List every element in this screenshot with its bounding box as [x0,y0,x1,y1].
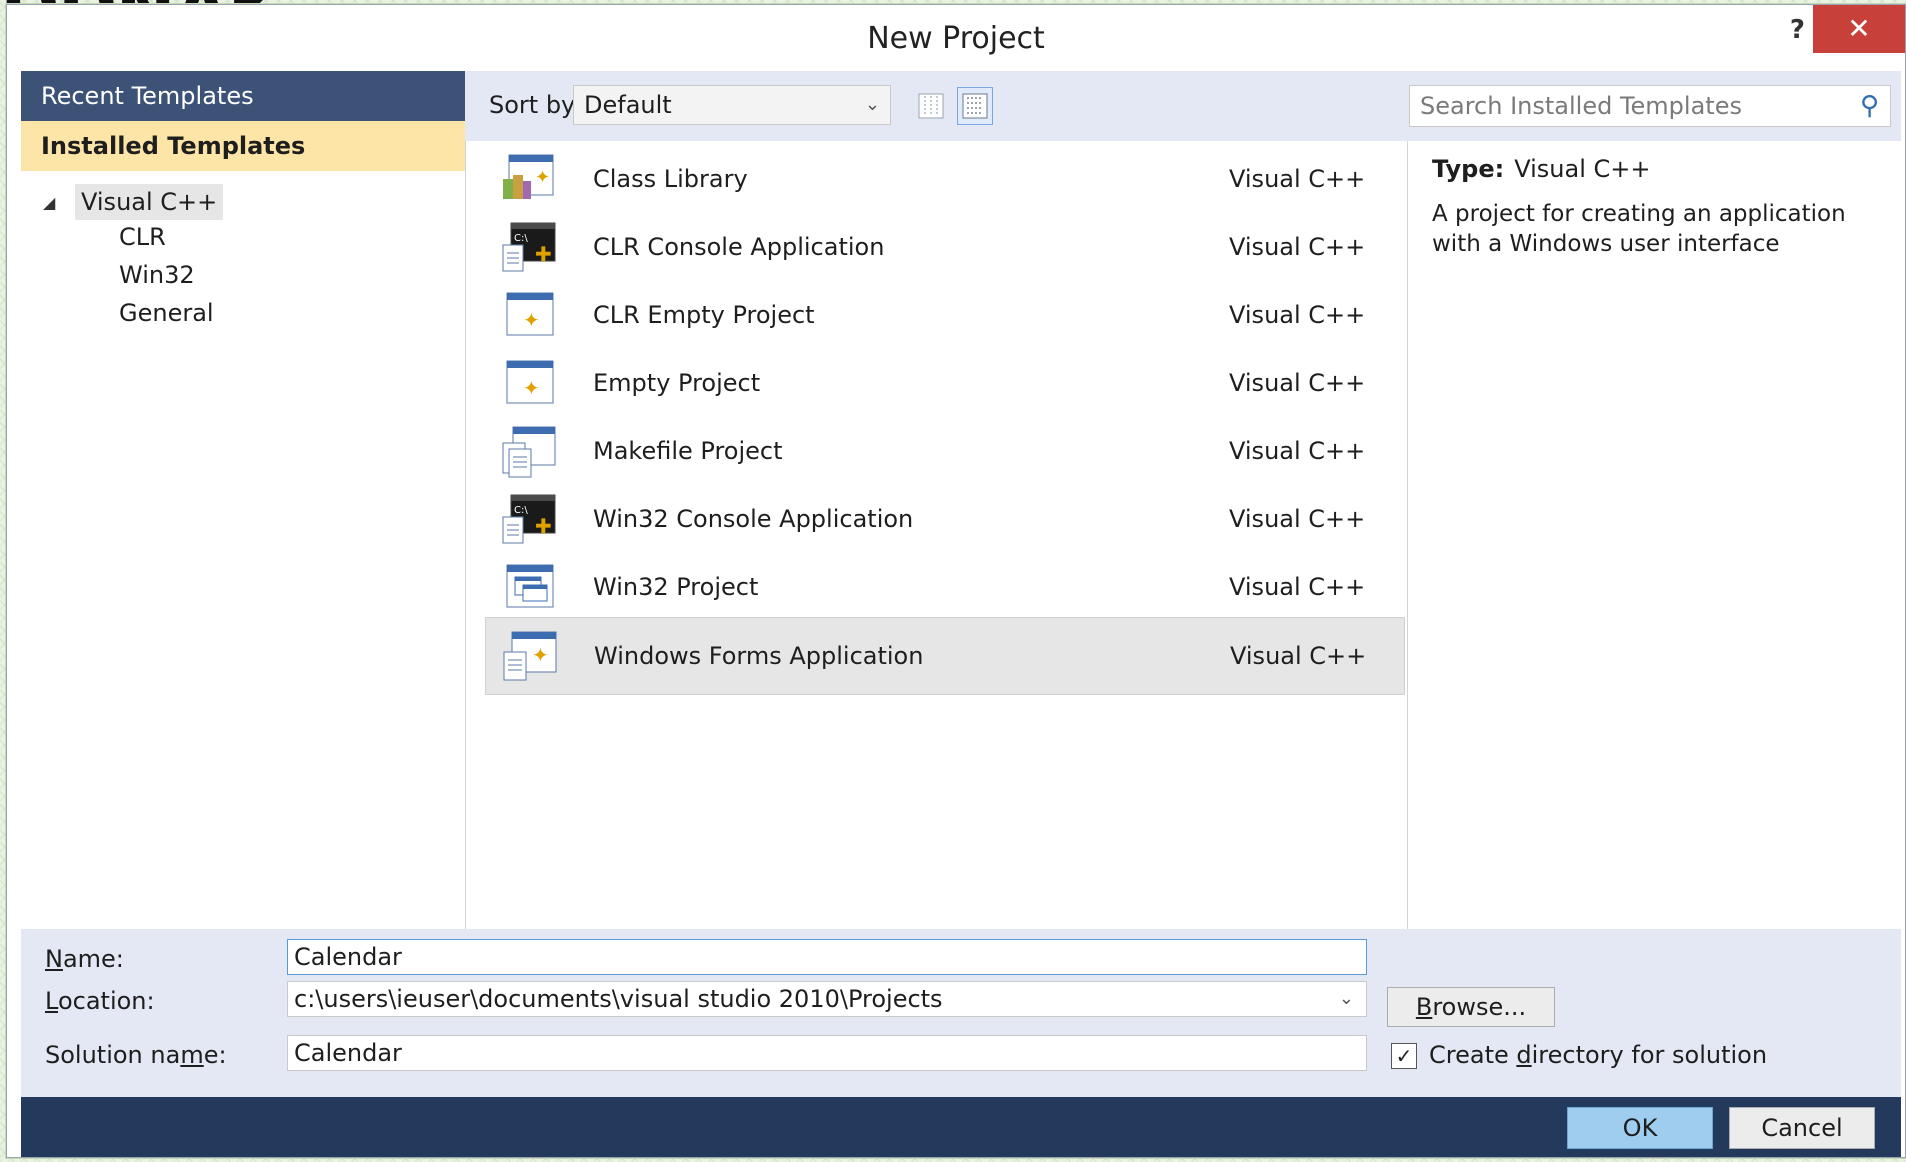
tree-item-general[interactable]: General [119,299,214,327]
search-area: ⚲ [1407,71,1901,141]
name-label: Name: [45,945,124,973]
svg-text:✦: ✦ [535,167,550,188]
template-name: Empty Project [593,369,761,397]
browse-button[interactable]: Browse... [1387,987,1555,1027]
template-name: Windows Forms Application [594,642,924,670]
template-name: Makefile Project [593,437,783,465]
template-row-win32-project[interactable]: Win32 Project Visual C++ [485,549,1405,627]
template-row-empty-project[interactable]: ✦ Empty Project Visual C++ [485,345,1405,423]
template-row-makefile-project[interactable]: Makefile Project Visual C++ [485,413,1405,491]
forms-app-icon: ✦ [503,631,557,681]
name-input[interactable]: Calendar [287,939,1367,975]
ok-button[interactable]: OK [1567,1107,1713,1149]
type-label: Type: [1432,155,1505,183]
tree-item-clr[interactable]: CLR [119,223,166,251]
create-directory-label[interactable]: Create directory for solution [1429,1041,1767,1069]
create-label-text-b: irectory for solution [1531,1041,1768,1069]
location-label-text: ocation: [57,987,155,1015]
sort-by-label: Sort by: [489,91,582,119]
svg-text:✚: ✚ [535,514,552,538]
close-button[interactable]: ✕ [1813,5,1905,53]
help-button[interactable]: ? [1790,15,1805,45]
search-icon[interactable]: ⚲ [1860,91,1879,121]
location-label: Location: [45,987,155,1015]
template-type: Type: Visual C++ [1432,155,1651,183]
chevron-down-icon: ⌄ [864,94,880,115]
checkmark-icon: ✓ [1395,1044,1413,1068]
svg-text:C:\: C:\ [514,505,528,516]
browse-label-text: rowse... [1432,993,1527,1021]
tree-item-win32[interactable]: Win32 [119,261,195,289]
class-library-icon: ✦ [503,154,554,199]
template-name: CLR Empty Project [593,301,815,329]
template-language: Visual C++ [1229,301,1366,329]
project-settings-form: Name: Calendar Location: c:\users\ieuser… [21,929,1901,1097]
template-language: Visual C++ [1229,573,1366,601]
search-input[interactable] [1409,85,1891,127]
win32-project-icon [506,564,554,608]
template-name: CLR Console Application [593,233,885,261]
solution-label-text-a: Solution na [45,1041,181,1069]
create-label-text-a: Create [1429,1041,1517,1069]
sort-by-dropdown[interactable]: Default ⌄ [573,85,891,125]
makefile-project-icon [502,426,556,478]
svg-text:✦: ✦ [523,308,540,332]
template-description: A project for creating an application wi… [1432,201,1846,257]
location-input[interactable]: c:\users\ieuser\documents\visual studio … [287,981,1367,1017]
title-bar: New Project ? ✕ [7,5,1905,71]
template-row-clr-console-application[interactable]: C:\ ✚ CLR Console Application Visual C++ [485,209,1405,287]
cancel-button[interactable]: Cancel [1729,1107,1875,1149]
template-language: Visual C++ [1229,233,1366,261]
template-name: Win32 Console Application [593,505,914,533]
template-list: ✦ Class Library Visual C++ C:\ ✚ CLR Con… [473,141,1407,929]
dialog-footer: OK Cancel [21,1097,1901,1157]
template-language: Visual C++ [1230,642,1367,670]
template-name: Class Library [593,165,748,193]
chevron-down-icon[interactable]: ⌄ [1339,982,1354,1016]
svg-text:✦: ✦ [523,376,540,400]
svg-text:C:\: C:\ [514,233,528,244]
name-label-text: ame: [62,945,124,973]
template-row-windows-forms-application[interactable]: ✦ Windows Forms Application Visual C++ [485,617,1405,695]
solution-name-label: Solution name: [45,1041,227,1069]
svg-text:✚: ✚ [535,242,552,266]
console-app-icon: C:\ ✚ [502,222,556,272]
location-value: c:\users\ieuser\documents\visual studio … [294,985,943,1013]
template-row-class-library[interactable]: ✦ Class Library Visual C++ [485,141,1405,219]
recent-templates-tab[interactable]: Recent Templates [21,71,465,121]
svg-text:✦: ✦ [532,643,549,667]
template-categories-pane: Recent Templates Installed Templates ◢ V… [21,71,466,929]
type-value: Visual C++ [1514,155,1651,183]
template-language: Visual C++ [1229,369,1366,397]
list-view-icon [962,93,988,119]
template-name: Win32 Project [593,573,759,601]
small-icons-view-button[interactable] [913,87,949,125]
template-detail-pane: Type: Visual C++ A project for creating a… [1407,141,1901,929]
template-language: Visual C++ [1229,505,1366,533]
template-row-clr-empty-project[interactable]: ✦ CLR Empty Project Visual C++ [485,277,1405,355]
close-icon: ✕ [1847,12,1871,45]
list-view-button[interactable] [957,87,993,125]
installed-templates-tab[interactable]: Installed Templates [21,121,465,171]
small-icons-view-icon [918,93,944,119]
create-directory-checkbox[interactable]: ✓ [1391,1043,1417,1069]
template-toolbar: Sort by: Default ⌄ [465,71,1407,141]
solution-name-input[interactable]: Calendar [287,1035,1367,1071]
console-app-icon: C:\ ✚ [502,494,556,544]
template-language: Visual C++ [1229,437,1366,465]
template-row-win32-console-application[interactable]: C:\ ✚ Win32 Console Application Visual C… [485,481,1405,559]
expand-arrow-icon[interactable]: ◢ [43,193,75,212]
tree-item-visual-cpp[interactable]: ◢ Visual C++ [43,183,224,221]
empty-project-icon: ✦ [506,360,554,404]
solution-label-text-b: e: [203,1041,227,1069]
template-language: Visual C++ [1229,165,1366,193]
sort-by-value: Default [584,91,672,119]
dialog-title: New Project [867,21,1045,56]
new-project-dialog: New Project ? ✕ Recent Templates Install… [6,4,1906,1158]
empty-project-icon: ✦ [506,292,554,336]
tree-item-label: Visual C++ [75,184,224,220]
